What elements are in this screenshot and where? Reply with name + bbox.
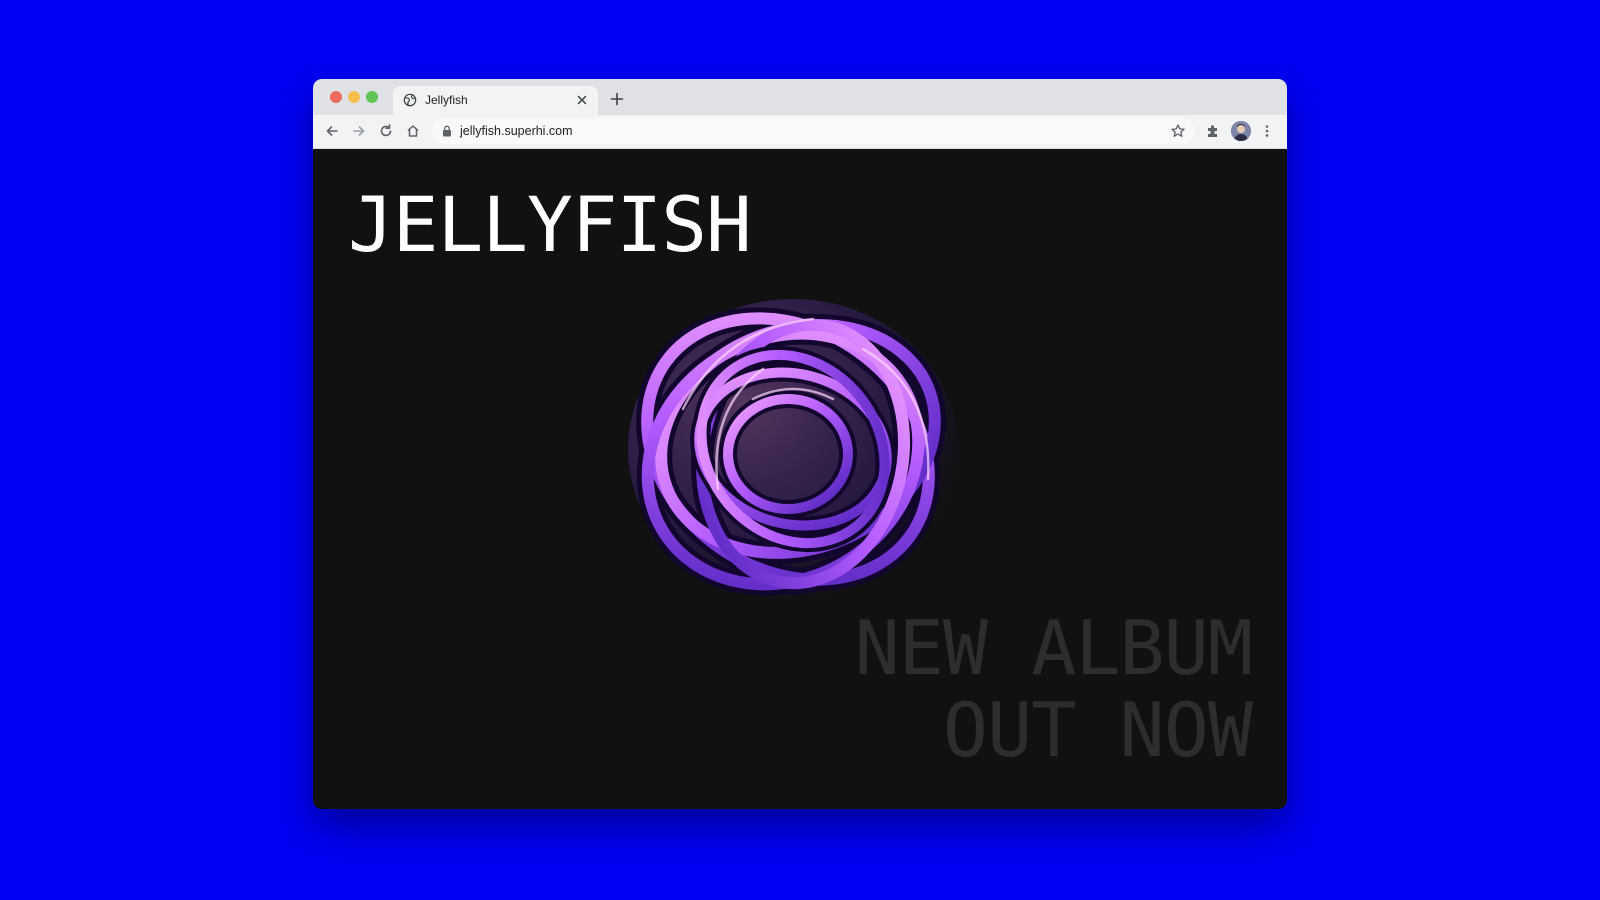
- back-icon[interactable]: [324, 123, 340, 139]
- menu-kebab-icon[interactable]: [1259, 123, 1275, 139]
- album-headline: NEW ALBUM OUT NOW: [854, 604, 1253, 774]
- profile-photo-icon: [1231, 121, 1251, 141]
- profile-avatar[interactable]: [1231, 121, 1251, 141]
- minimize-window-button[interactable]: [348, 91, 360, 103]
- bookmark-star-icon[interactable]: [1170, 123, 1186, 139]
- torus-knot-artwork: [628, 299, 958, 599]
- reload-icon[interactable]: [378, 123, 394, 139]
- extensions-icon[interactable]: [1205, 123, 1221, 139]
- tab-title: Jellyfish: [425, 93, 468, 107]
- browser-window: Jellyfish jellyfish.superhi.com JELLYFIS…: [313, 79, 1287, 809]
- headline-line-1: NEW ALBUM: [854, 604, 1253, 692]
- web-page: JELLYFISH NEW ALBUM OUT NOW: [313, 149, 1287, 809]
- address-bar[interactable]: jellyfish.superhi.com: [432, 118, 1194, 144]
- browser-toolbar: jellyfish.superhi.com: [313, 115, 1287, 149]
- lock-icon[interactable]: [442, 125, 452, 137]
- home-icon[interactable]: [405, 123, 421, 139]
- headline-line-2: OUT NOW: [942, 686, 1253, 774]
- new-tab-plus-icon[interactable]: [609, 91, 625, 107]
- tab-jellyfish[interactable]: Jellyfish: [393, 86, 598, 115]
- close-window-button[interactable]: [330, 91, 342, 103]
- url-text[interactable]: jellyfish.superhi.com: [460, 124, 573, 138]
- maximize-window-button[interactable]: [366, 91, 378, 103]
- globe-icon: [403, 93, 417, 107]
- tab-strip: Jellyfish: [313, 79, 1287, 115]
- brand-title: JELLYFISH: [348, 180, 752, 269]
- close-tab-icon[interactable]: [574, 92, 590, 108]
- forward-icon[interactable]: [351, 123, 367, 139]
